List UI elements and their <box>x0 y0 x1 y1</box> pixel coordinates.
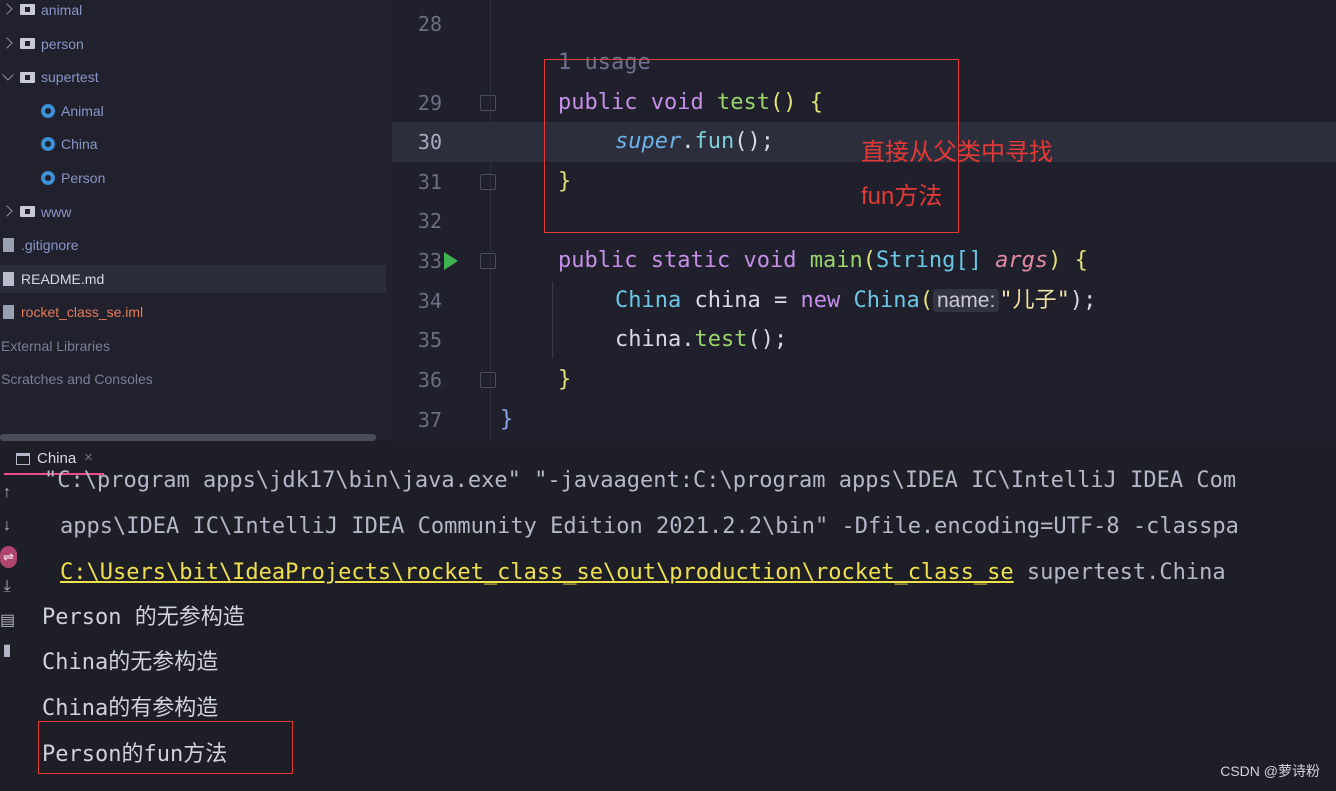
line-number: 29 <box>417 91 442 115</box>
arrow-down-icon[interactable]: ↓ <box>0 517 14 535</box>
folder-icon <box>20 4 35 15</box>
tree-item-animal-class[interactable]: Animal <box>61 98 104 124</box>
line-number: 34 <box>417 289 442 313</box>
file-icon <box>3 305 14 319</box>
trash-icon[interactable]: ▮ <box>0 640 14 660</box>
tree-item-person-class[interactable]: Person <box>61 165 105 191</box>
scroll-to-end-icon[interactable]: ⤓ <box>0 578 14 596</box>
indent-guide <box>552 282 553 358</box>
code-line-34: China china = new China(name: "儿子"); <box>615 288 1097 313</box>
annotation-text: fun方法 <box>861 183 943 210</box>
console-icon <box>16 453 30 465</box>
line-number: 31 <box>417 170 442 194</box>
fold-marker-icon[interactable] <box>480 372 496 388</box>
tree-item-china-class[interactable]: China <box>61 131 98 157</box>
class-icon <box>41 171 55 185</box>
console-command-line: "C:\program apps\jdk17\bin\java.exe" "-j… <box>44 468 1237 493</box>
output-annotation-box <box>38 721 293 774</box>
line-number: 35 <box>417 328 442 352</box>
watermark: CSDN @萝诗粉 <box>1220 763 1320 779</box>
file-icon <box>3 238 14 252</box>
print-icon[interactable]: ▤ <box>0 610 15 630</box>
fold-marker-icon[interactable] <box>480 253 496 269</box>
console-output-line: Person 的无参构造 <box>42 605 245 630</box>
line-number: 30 <box>417 130 442 154</box>
console-output-line: China的有参构造 <box>42 696 219 721</box>
arrow-up-icon[interactable]: ↑ <box>0 484 14 502</box>
tab-label: China <box>37 450 77 467</box>
code-line-33: public static void main(String[] args) { <box>558 248 1088 273</box>
console-command-line: apps\IDEA IC\IntelliJ IDEA Community Edi… <box>60 514 1239 539</box>
tree-item-www[interactable]: www <box>41 199 71 225</box>
tree-item-person[interactable]: person <box>41 31 84 57</box>
tree-item-supertest[interactable]: supertest <box>41 64 99 90</box>
console-output-line: China的无参构造 <box>42 650 219 675</box>
annotation-text: 直接从父类中寻找 <box>861 139 1053 166</box>
output-path-link[interactable]: C:\Users\bit\IdeaProjects\rocket_class_s… <box>60 560 1014 585</box>
class-icon <box>41 137 55 151</box>
close-icon[interactable]: × <box>84 449 93 466</box>
folder-icon <box>20 206 35 217</box>
code-line-37: } <box>500 407 514 432</box>
class-icon <box>41 104 55 118</box>
tree-item-readme[interactable]: README.md <box>21 266 104 292</box>
fold-marker-icon[interactable] <box>480 95 496 111</box>
console-command-line: C:\Users\bit\IdeaProjects\rocket_class_s… <box>60 560 1226 585</box>
code-line-35: china.test(); <box>615 327 788 352</box>
tree-item-external-libraries[interactable]: External Libraries <box>1 333 110 359</box>
tree-scrollbar[interactable] <box>0 434 376 441</box>
line-number: 33 <box>417 249 442 273</box>
line-number: 36 <box>417 368 442 392</box>
tree-item-animal[interactable]: animal <box>41 0 82 23</box>
fold-marker-icon[interactable] <box>480 174 496 190</box>
folder-icon <box>20 38 35 49</box>
tree-item-gitignore[interactable]: .gitignore <box>21 232 79 258</box>
markdown-file-icon <box>3 272 14 286</box>
parameter-hint: name: <box>932 289 1000 312</box>
tree-item-scratches[interactable]: Scratches and Consoles <box>1 366 153 392</box>
line-number: 32 <box>417 209 442 233</box>
soft-wrap-icon[interactable]: ⇌ <box>0 546 17 568</box>
code-line-36: } <box>558 367 572 392</box>
tree-item-iml[interactable]: rocket_class_se.iml <box>21 299 143 325</box>
line-number: 28 <box>417 12 442 36</box>
folder-icon <box>20 72 35 83</box>
line-number: 37 <box>417 408 442 432</box>
run-gutter-icon[interactable] <box>444 252 458 270</box>
